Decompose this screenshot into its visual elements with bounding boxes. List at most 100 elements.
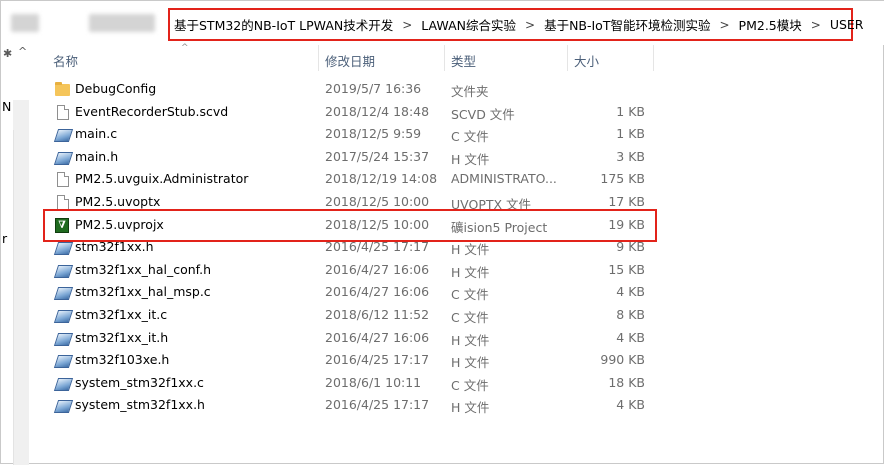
file-size: 17 KB <box>608 193 645 209</box>
breadcrumb-item[interactable]: PM2.5模块 <box>739 15 802 34</box>
file-icon <box>57 194 69 210</box>
file-list: DebugConfig 2019/5/7 16:36 文件夹 EventRecorde… <box>31 78 885 417</box>
file-modified-date: 2018/12/5 9:59 <box>325 126 422 142</box>
file-icon <box>57 172 69 188</box>
source-file-icon <box>55 285 70 299</box>
file-size: 4 KB <box>616 329 645 345</box>
file-size: 175 KB <box>600 171 645 187</box>
nav-scrollbar-thumb[interactable] <box>13 100 29 130</box>
file-size: 3 KB <box>616 148 645 164</box>
source-file-icon <box>55 263 70 277</box>
file-row[interactable]: stm32f1xx_it.h 2016/4/27 16:06 H 文件 4 KB <box>31 327 885 350</box>
file-row[interactable]: stm32f1xx_hal_msp.c 2016/4/27 16:06 C 文件 4 … <box>31 281 885 304</box>
blurred-path-segment <box>89 14 155 32</box>
file-name: stm32f1xx_it.h <box>75 329 169 345</box>
file-type: C 文件 <box>451 377 489 393</box>
file-row[interactable]: main.h 2017/5/24 15:37 H 文件 3 KB <box>31 146 885 169</box>
file-modified-date: 2018/12/4 18:48 <box>325 103 430 119</box>
column-divider[interactable] <box>318 45 319 71</box>
source-file-icon <box>55 331 70 345</box>
column-header-name[interactable]: 名称 <box>53 51 78 70</box>
file-modified-date: 2016/4/27 16:06 <box>325 261 430 277</box>
nav-item-label[interactable]: N <box>2 99 11 114</box>
file-type: H 文件 <box>451 151 490 167</box>
file-modified-date: 2016/4/25 17:17 <box>325 352 430 368</box>
file-row[interactable]: main.c 2018/12/5 9:59 C 文件 1 KB <box>31 123 885 146</box>
file-modified-date: 2016/4/25 17:17 <box>325 397 430 413</box>
file-modified-date: 2018/6/1 10:11 <box>325 374 422 390</box>
column-divider[interactable] <box>653 45 654 71</box>
source-file-icon <box>55 398 70 412</box>
file-type: C 文件 <box>451 129 489 145</box>
sort-ascending-icon: ^ <box>181 43 189 53</box>
file-name: system_stm32f1xx.h <box>75 397 205 413</box>
file-type: SCVD 文件 <box>451 106 515 122</box>
column-divider[interactable] <box>567 45 568 71</box>
nav-item-label[interactable]: r <box>2 231 7 246</box>
file-name: main.h <box>75 148 119 164</box>
breadcrumb-item[interactable]: 基于STM32的NB-IoT LPWAN技术开发 <box>174 15 393 34</box>
file-type: ADMINISTRATO... <box>451 171 557 187</box>
breadcrumb[interactable]: 基于STM32的NB-IoT LPWAN技术开发 > LAWAN综合实验 > 基… <box>168 8 863 41</box>
file-type: H 文件 <box>451 264 490 280</box>
file-name: stm32f1xx_hal_msp.c <box>75 284 211 300</box>
source-file-icon <box>55 150 70 164</box>
column-header-date[interactable]: 修改日期 <box>325 51 375 70</box>
file-name: stm32f1xx_it.c <box>75 306 168 322</box>
file-type: H 文件 <box>451 242 490 258</box>
breadcrumb-item[interactable]: USER <box>830 17 864 32</box>
file-name: DebugConfig <box>75 81 157 96</box>
file-modified-date: 2019/5/7 16:36 <box>325 81 422 96</box>
file-modified-date: 2016/4/27 16:06 <box>325 329 430 345</box>
explorer-window: 基于STM32的NB-IoT LPWAN技术开发 > LAWAN综合实验 > 基… <box>0 0 885 465</box>
file-name: EventRecorderStub.scvd <box>75 103 229 119</box>
file-name: main.c <box>75 126 118 142</box>
breadcrumb-item[interactable]: 基于NB-IoT智能环境检测实验 <box>544 15 710 34</box>
file-size: 4 KB <box>616 397 645 413</box>
column-header-size[interactable]: 大小 <box>574 51 599 70</box>
file-size: 18 KB <box>608 374 645 390</box>
file-row[interactable]: stm32f1xx_hal_conf.h 2016/4/27 16:06 H 文件 1… <box>31 259 885 282</box>
file-type: H 文件 <box>451 400 490 416</box>
file-row[interactable]: stm32f103xe.h 2016/4/25 17:17 H 文件 990 KB <box>31 349 885 372</box>
file-row[interactable]: stm32f1xx_it.c 2018/6/12 11:52 C 文件 8 KB <box>31 304 885 327</box>
file-modified-date: 2018/12/5 10:00 <box>325 193 430 209</box>
file-type: C 文件 <box>451 309 489 325</box>
chevron-right-icon[interactable]: > <box>525 18 535 32</box>
file-size: 15 KB <box>608 261 645 277</box>
file-size: 1 KB <box>616 126 645 142</box>
navigation-pane: ✱ ^ N r <box>1 45 31 465</box>
highlight-annotation <box>43 209 657 242</box>
column-header-type[interactable]: 类型 <box>451 51 476 70</box>
breadcrumb-item[interactable]: LAWAN综合实验 <box>421 15 516 34</box>
chevron-right-icon[interactable]: > <box>811 18 821 32</box>
scroll-up-icon[interactable]: ^ <box>18 45 27 58</box>
file-size: 1 KB <box>616 103 645 119</box>
folder-icon <box>55 82 70 96</box>
file-row[interactable]: system_stm32f1xx.c 2018/6/1 10:11 C 文件 18 K… <box>31 372 885 395</box>
file-size: 990 KB <box>600 352 645 368</box>
file-modified-date: 2018/6/12 11:52 <box>325 306 430 322</box>
source-file-icon <box>55 240 70 254</box>
blurred-path-segment <box>11 14 39 32</box>
nav-scrollbar-track[interactable] <box>13 130 29 465</box>
file-type: 文件夹 <box>451 84 489 99</box>
chevron-right-icon[interactable]: > <box>402 18 412 32</box>
file-name: PM2.5.uvoptx <box>75 193 161 209</box>
file-row[interactable]: EventRecorderStub.scvd 2018/12/4 18:48 SCV… <box>31 101 885 124</box>
file-type: C 文件 <box>451 287 489 303</box>
file-row[interactable]: system_stm32f1xx.h 2016/4/25 17:17 H 文件 4 K… <box>31 394 885 417</box>
source-file-icon <box>55 376 70 390</box>
chevron-right-icon[interactable]: > <box>719 18 729 32</box>
file-row[interactable]: DebugConfig 2019/5/7 16:36 文件夹 <box>31 78 885 101</box>
file-type: H 文件 <box>451 355 490 371</box>
file-modified-date: 2018/12/19 14:08 <box>325 171 438 187</box>
source-file-icon <box>55 353 70 367</box>
pin-icon[interactable]: ✱ <box>3 47 12 60</box>
file-modified-date: 2016/4/27 16:06 <box>325 284 430 300</box>
file-type: H 文件 <box>451 332 490 348</box>
column-divider[interactable] <box>444 45 445 71</box>
source-file-icon <box>55 308 70 322</box>
file-name: system_stm32f1xx.c <box>75 374 204 390</box>
file-row[interactable]: PM2.5.uvguix.Administrator 2018/12/19 14:… <box>31 168 885 191</box>
